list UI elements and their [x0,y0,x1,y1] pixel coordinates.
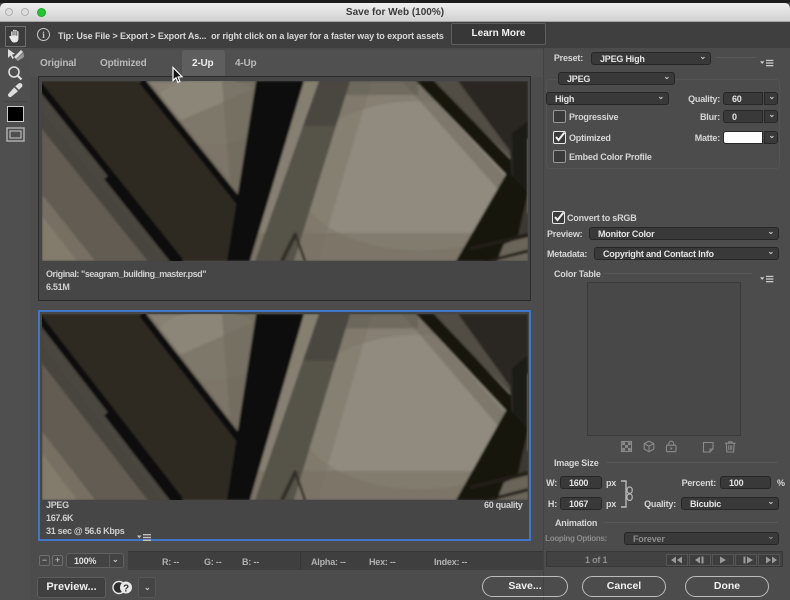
svg-text:?: ? [123,584,129,595]
